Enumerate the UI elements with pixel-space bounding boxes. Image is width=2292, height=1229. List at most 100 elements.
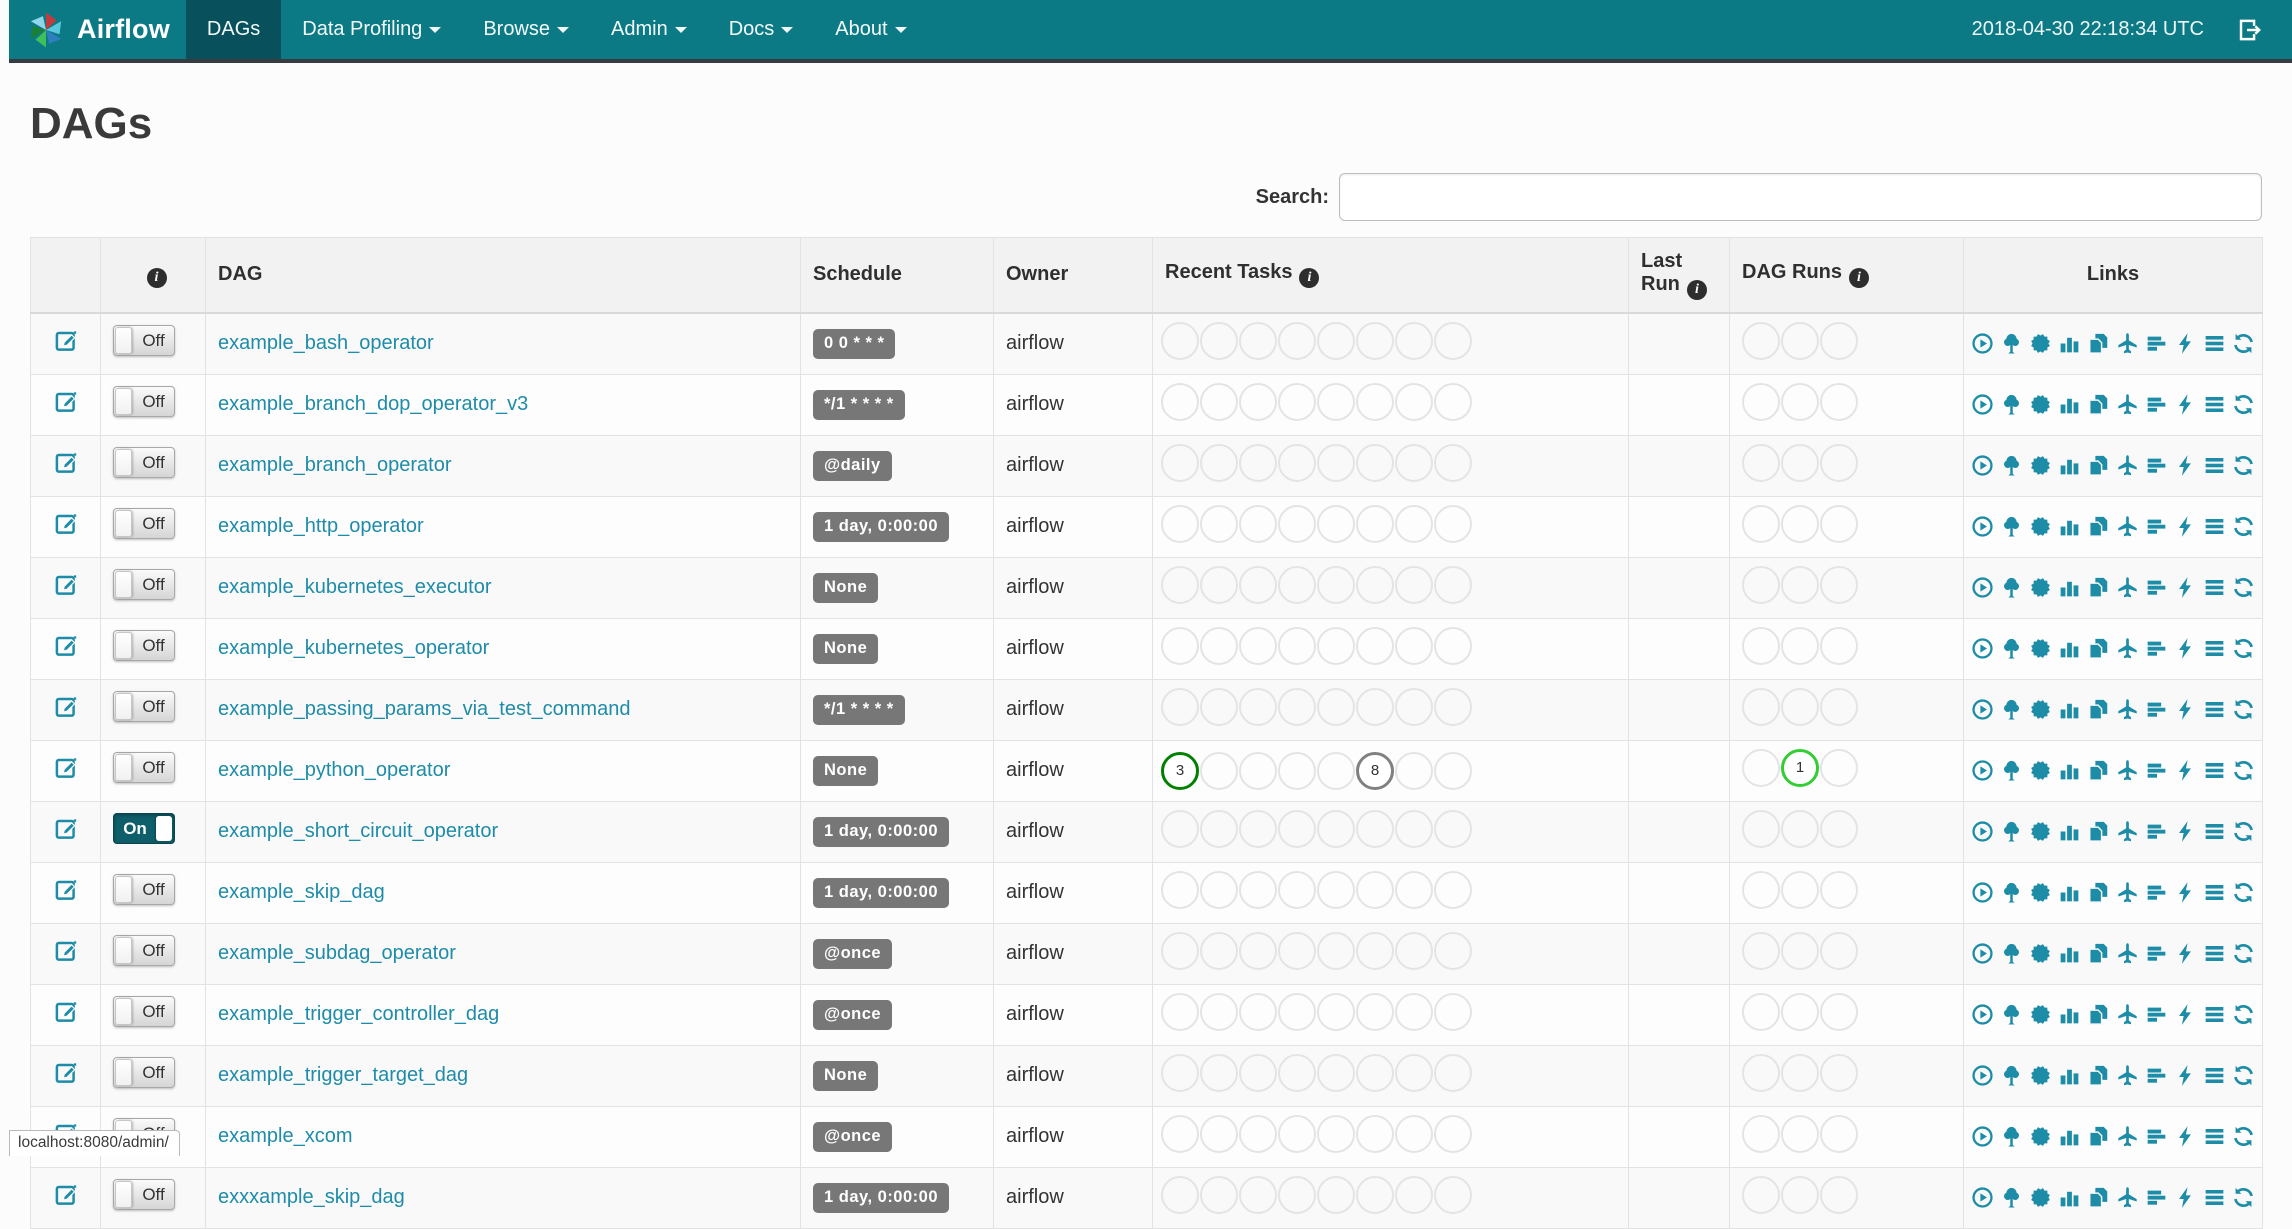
- task-state-circle[interactable]: [1239, 444, 1277, 482]
- task-state-circle[interactable]: [1317, 566, 1355, 604]
- task-state-circle[interactable]: [1161, 1176, 1199, 1214]
- task-state-circle[interactable]: [1278, 932, 1316, 970]
- task-state-circle[interactable]: [1161, 993, 1199, 1031]
- task-state-circle[interactable]: [1200, 1054, 1238, 1092]
- refresh-icon[interactable]: [2231, 1185, 2256, 1210]
- task-state-circle[interactable]: [1239, 566, 1277, 604]
- task-state-circle[interactable]: [1434, 322, 1472, 360]
- edit-dag-icon[interactable]: [53, 450, 79, 476]
- task-state-circle[interactable]: [1395, 993, 1433, 1031]
- task-state-circle[interactable]: [1781, 932, 1819, 970]
- graph-view-icon[interactable]: [2028, 758, 2053, 783]
- gantt-view-icon[interactable]: [2144, 819, 2169, 844]
- refresh-icon[interactable]: [2231, 1124, 2256, 1149]
- task-tries-icon[interactable]: [2086, 636, 2111, 661]
- dag-link[interactable]: example_trigger_controller_dag: [218, 1003, 499, 1025]
- trigger-dag-icon[interactable]: [1970, 514, 1995, 539]
- task-state-circle[interactable]: [1395, 444, 1433, 482]
- task-tries-icon[interactable]: [2086, 331, 2111, 356]
- dag-toggle[interactable]: Off: [113, 691, 175, 722]
- landing-times-icon[interactable]: [2115, 636, 2140, 661]
- task-duration-icon[interactable]: [2057, 331, 2082, 356]
- task-state-circle[interactable]: [1317, 932, 1355, 970]
- task-state-circle[interactable]: [1356, 871, 1394, 909]
- gantt-view-icon[interactable]: [2144, 1002, 2169, 1027]
- task-state-circle[interactable]: [1742, 749, 1780, 787]
- trigger-dag-icon[interactable]: [1970, 331, 1995, 356]
- code-view-icon[interactable]: [2173, 941, 2198, 966]
- logs-icon[interactable]: [2202, 880, 2227, 905]
- brand[interactable]: Airflow: [9, 0, 186, 59]
- task-state-circle[interactable]: [1356, 932, 1394, 970]
- task-state-circle[interactable]: [1395, 810, 1433, 848]
- code-view-icon[interactable]: [2173, 636, 2198, 661]
- task-state-circle[interactable]: [1200, 383, 1238, 421]
- trigger-dag-icon[interactable]: [1970, 758, 1995, 783]
- gantt-view-icon[interactable]: [2144, 514, 2169, 539]
- task-state-circle[interactable]: [1395, 505, 1433, 543]
- logs-icon[interactable]: [2202, 392, 2227, 417]
- task-state-circle[interactable]: [1317, 383, 1355, 421]
- dag-toggle[interactable]: Off: [113, 447, 175, 478]
- task-state-circle[interactable]: [1820, 871, 1858, 909]
- task-state-circle[interactable]: [1239, 322, 1277, 360]
- task-state-circle[interactable]: [1239, 1115, 1277, 1153]
- task-state-circle[interactable]: [1317, 505, 1355, 543]
- task-tries-icon[interactable]: [2086, 697, 2111, 722]
- task-state-circle[interactable]: [1820, 1176, 1858, 1214]
- trigger-dag-icon[interactable]: [1970, 453, 1995, 478]
- logs-icon[interactable]: [2202, 1185, 2227, 1210]
- nav-item-about[interactable]: About: [814, 0, 927, 59]
- task-state-circle[interactable]: [1317, 1115, 1355, 1153]
- task-state-circle[interactable]: [1434, 932, 1472, 970]
- edit-dag-icon[interactable]: [53, 1060, 79, 1086]
- task-state-circle[interactable]: [1820, 627, 1858, 665]
- landing-times-icon[interactable]: [2115, 697, 2140, 722]
- task-state-circle[interactable]: [1200, 871, 1238, 909]
- trigger-dag-icon[interactable]: [1970, 819, 1995, 844]
- task-duration-icon[interactable]: [2057, 880, 2082, 905]
- task-state-circle[interactable]: [1742, 1115, 1780, 1153]
- task-count-circle[interactable]: 8: [1356, 752, 1394, 790]
- nav-item-browse[interactable]: Browse: [462, 0, 590, 59]
- task-state-circle[interactable]: [1820, 1115, 1858, 1153]
- trigger-dag-icon[interactable]: [1970, 636, 1995, 661]
- task-state-circle[interactable]: [1200, 444, 1238, 482]
- dag-link[interactable]: example_skip_dag: [218, 881, 385, 903]
- graph-view-icon[interactable]: [2028, 1002, 2053, 1027]
- task-state-circle[interactable]: [1239, 1054, 1277, 1092]
- dag-link[interactable]: example_passing_params_via_test_command: [218, 698, 630, 720]
- gantt-view-icon[interactable]: [2144, 697, 2169, 722]
- refresh-icon[interactable]: [2231, 331, 2256, 356]
- task-state-circle[interactable]: [1317, 444, 1355, 482]
- task-state-circle[interactable]: [1434, 1054, 1472, 1092]
- landing-times-icon[interactable]: [2115, 1124, 2140, 1149]
- landing-times-icon[interactable]: [2115, 819, 2140, 844]
- trigger-dag-icon[interactable]: [1970, 697, 1995, 722]
- task-state-circle[interactable]: [1200, 810, 1238, 848]
- dag-toggle[interactable]: Off: [113, 996, 175, 1027]
- tree-view-icon[interactable]: [1999, 758, 2024, 783]
- refresh-icon[interactable]: [2231, 1063, 2256, 1088]
- graph-view-icon[interactable]: [2028, 1124, 2053, 1149]
- dag-toggle[interactable]: Off: [113, 874, 175, 905]
- task-duration-icon[interactable]: [2057, 758, 2082, 783]
- dag-toggle[interactable]: On: [113, 813, 175, 844]
- task-state-circle[interactable]: [1161, 932, 1199, 970]
- task-state-circle[interactable]: [1395, 752, 1433, 790]
- refresh-icon[interactable]: [2231, 758, 2256, 783]
- task-state-circle[interactable]: [1161, 1054, 1199, 1092]
- logs-icon[interactable]: [2202, 819, 2227, 844]
- dag-link[interactable]: example_subdag_operator: [218, 942, 456, 964]
- landing-times-icon[interactable]: [2115, 514, 2140, 539]
- logs-icon[interactable]: [2202, 1002, 2227, 1027]
- task-state-circle[interactable]: [1820, 749, 1858, 787]
- task-state-circle[interactable]: [1239, 505, 1277, 543]
- refresh-icon[interactable]: [2231, 636, 2256, 661]
- code-view-icon[interactable]: [2173, 575, 2198, 600]
- task-state-circle[interactable]: [1434, 627, 1472, 665]
- dag-link[interactable]: example_branch_operator: [218, 454, 452, 476]
- task-duration-icon[interactable]: [2057, 697, 2082, 722]
- graph-view-icon[interactable]: [2028, 392, 2053, 417]
- task-state-circle[interactable]: [1200, 752, 1238, 790]
